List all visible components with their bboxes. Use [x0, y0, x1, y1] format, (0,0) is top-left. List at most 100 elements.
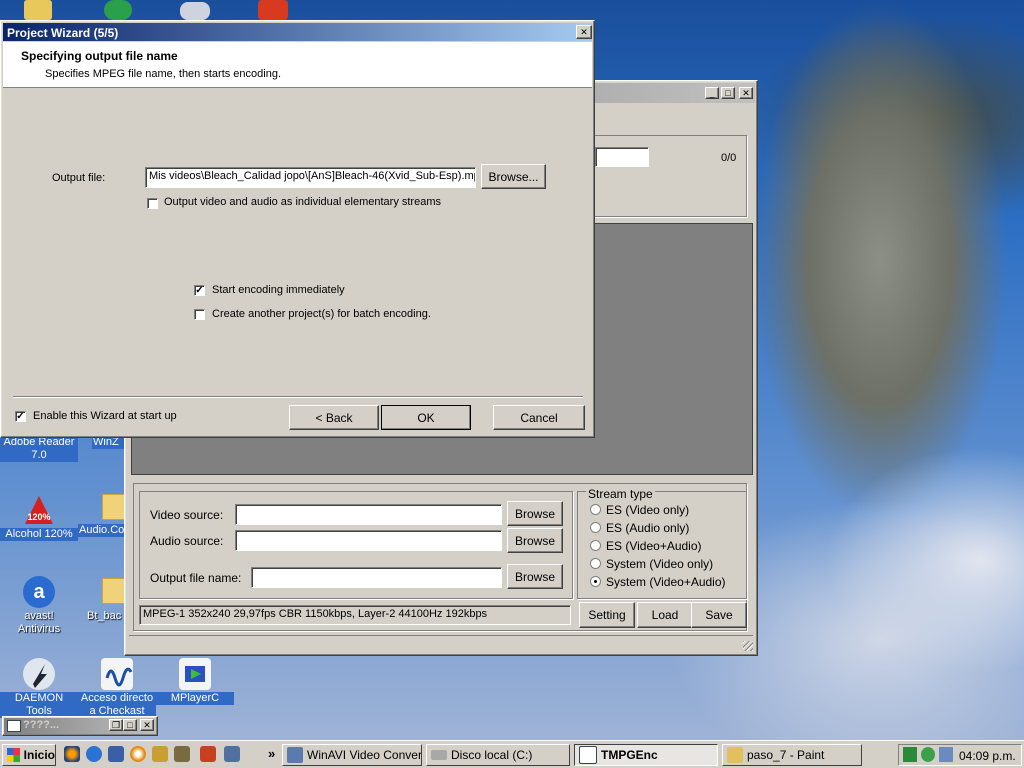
quick-launch-icon-5[interactable]: [152, 746, 168, 762]
minimized-title: ????...: [23, 719, 60, 731]
task-label: WinAVI Video Conver...: [307, 748, 422, 762]
minimized-window[interactable]: ????... ❐ □ ✕: [2, 716, 158, 736]
shortcut-audio-icon: [101, 658, 133, 690]
output-file-input[interactable]: Mis videos\Bleach_Calidad jopo\[AnS]Blea…: [145, 167, 476, 188]
restore-button[interactable]: ❐: [109, 719, 123, 731]
clock: 04:09 p.m.: [959, 749, 1016, 763]
output-file-name-browse-button[interactable]: Browse: [507, 564, 563, 589]
output-file-label: Output file:: [52, 172, 106, 184]
maximize-button[interactable]: □: [721, 87, 735, 99]
desktop-icon-mplayerc[interactable]: MPlayerC: [156, 658, 234, 705]
desktop-icon-label: DAEMON Tools: [0, 692, 78, 718]
stream-type-radio-es-video[interactable]: [590, 504, 601, 515]
elementary-streams-checkbox[interactable]: [147, 198, 158, 209]
drive-icon: [431, 750, 447, 760]
firefox-icon[interactable]: [64, 746, 80, 762]
wizard-divider: [13, 396, 583, 398]
task-label: Disco local (C:): [451, 748, 533, 762]
media-player-icon[interactable]: [130, 746, 146, 762]
task-paint[interactable]: paso_7 - Paint: [722, 744, 862, 766]
wizard-subheading: Specifies MPEG file name, then starts en…: [45, 68, 282, 80]
task-tmpgenc[interactable]: TMPGEnc: [574, 744, 718, 766]
quick-launch-chevron-icon[interactable]: »: [268, 746, 275, 761]
tray-icon-1[interactable]: [903, 747, 917, 762]
audio-source-label: Audio source:: [150, 534, 224, 548]
stream-type-label: ES (Audio only): [606, 521, 690, 535]
tray-icon-2[interactable]: [921, 747, 935, 762]
stream-type-radio-es-video-audio[interactable]: [590, 540, 601, 551]
close-button[interactable]: ✕: [576, 25, 592, 39]
wizard-browse-button[interactable]: Browse...: [481, 164, 546, 189]
task-label: paso_7 - Paint: [747, 748, 825, 762]
task-winavi[interactable]: WinAVI Video Conver...: [282, 744, 422, 766]
maximize-button[interactable]: □: [123, 719, 137, 731]
ok-button[interactable]: OK: [381, 405, 471, 430]
stream-type-label: ES (Video only): [606, 503, 690, 517]
save-button[interactable]: Save: [691, 602, 747, 628]
desktop-icon-label: Audio.Co: [78, 524, 128, 537]
start-button[interactable]: Inicio: [2, 744, 56, 766]
stream-type-radio-es-audio[interactable]: [590, 522, 601, 533]
desktop-icon-daemon-tools[interactable]: DAEMON Tools: [0, 658, 78, 718]
cancel-button[interactable]: Cancel: [493, 405, 585, 430]
desktop-icon-audio-folder[interactable]: Audio.Co: [78, 494, 134, 537]
stream-type-radio-system-video[interactable]: [590, 558, 601, 569]
internet-explorer-icon[interactable]: [86, 746, 102, 762]
elementary-streams-label: Output video and audio as individual ele…: [164, 196, 441, 208]
start-encoding-checkbox[interactable]: ✓: [194, 285, 205, 296]
desktop-icon-label: avast! Antivirus: [17, 610, 61, 635]
desktop-icon-top-1[interactable]: [24, 0, 52, 20]
desktop-icon-acceso-directo[interactable]: Acceso directo a Checkast: [78, 658, 156, 718]
output-file-name-input[interactable]: [251, 567, 502, 588]
project-wizard-dialog: Project Wizard (5/5) ✕ Specifying output…: [0, 20, 595, 438]
batch-checkbox[interactable]: [194, 309, 205, 320]
quick-launch-icon-6[interactable]: [174, 746, 190, 762]
stream-type-radio-system-video-audio[interactable]: [590, 576, 601, 587]
desktop-icon-alcohol[interactable]: 120% Alcohol 120%: [0, 494, 78, 541]
load-button[interactable]: Load: [637, 602, 693, 628]
output-file-name-label: Output file name:: [150, 571, 242, 585]
quick-launch-icon-8[interactable]: [224, 746, 240, 762]
minimize-button[interactable]: _: [705, 87, 719, 99]
video-source-label: Video source:: [150, 508, 224, 522]
resize-grip-icon[interactable]: [743, 641, 753, 651]
close-button[interactable]: ✕: [739, 87, 753, 99]
video-source-input[interactable]: [235, 504, 502, 525]
quick-launch-icon-3[interactable]: [108, 746, 124, 762]
start-encoding-label: Start encoding immediately: [212, 284, 345, 296]
paint-icon: [727, 747, 743, 763]
winavi-icon: [287, 747, 303, 763]
audio-source-browse-button[interactable]: Browse: [507, 528, 563, 553]
enable-wizard-label: Enable this Wizard at start up: [33, 410, 177, 422]
start-label: Inicio: [23, 748, 55, 762]
home-icon[interactable]: [200, 746, 216, 762]
svg-text:120%: 120%: [27, 512, 50, 522]
audio-source-input[interactable]: [235, 530, 502, 551]
task-disco-local[interactable]: Disco local (C:): [426, 744, 570, 766]
desktop-icon-label: Adobe Reader 7.0: [0, 436, 78, 462]
progress-bar: [595, 147, 649, 167]
desktop-icon-top-4[interactable]: [258, 0, 288, 20]
setting-button[interactable]: Setting: [579, 602, 635, 628]
desktop-icon-bt-folder[interactable]: Bt_bac: [86, 578, 134, 623]
desktop-icon-label: MPlayerC: [156, 692, 234, 705]
desktop-icon-label: Acceso directo a Checkast: [78, 692, 156, 718]
desktop-icon-avast[interactable]: a avast! Antivirus: [0, 576, 78, 636]
desktop-icon-top-2[interactable]: [104, 0, 132, 20]
desktop-icon-label: Bt_bac: [87, 610, 122, 622]
network-icon[interactable]: [939, 747, 953, 762]
video-source-browse-button[interactable]: Browse: [507, 501, 563, 526]
system-tray: 04:09 p.m.: [898, 744, 1022, 766]
desktop-icon-top-3[interactable]: [180, 2, 210, 20]
stream-type-label: System (Video only): [606, 557, 714, 571]
progress-count: 0/0: [721, 152, 737, 164]
alcohol-icon: 120%: [23, 494, 55, 526]
avast-icon: a: [23, 576, 55, 608]
desktop-icon-adobe-reader[interactable]: Adobe Reader 7.0: [0, 436, 78, 462]
status-bar: [129, 635, 753, 652]
enable-wizard-checkbox[interactable]: ✓: [15, 411, 26, 422]
mplayerc-icon: [179, 658, 211, 690]
back-button[interactable]: < Back: [289, 405, 379, 430]
wizard-title: Project Wizard (5/5): [7, 26, 119, 40]
close-button[interactable]: ✕: [140, 719, 154, 731]
